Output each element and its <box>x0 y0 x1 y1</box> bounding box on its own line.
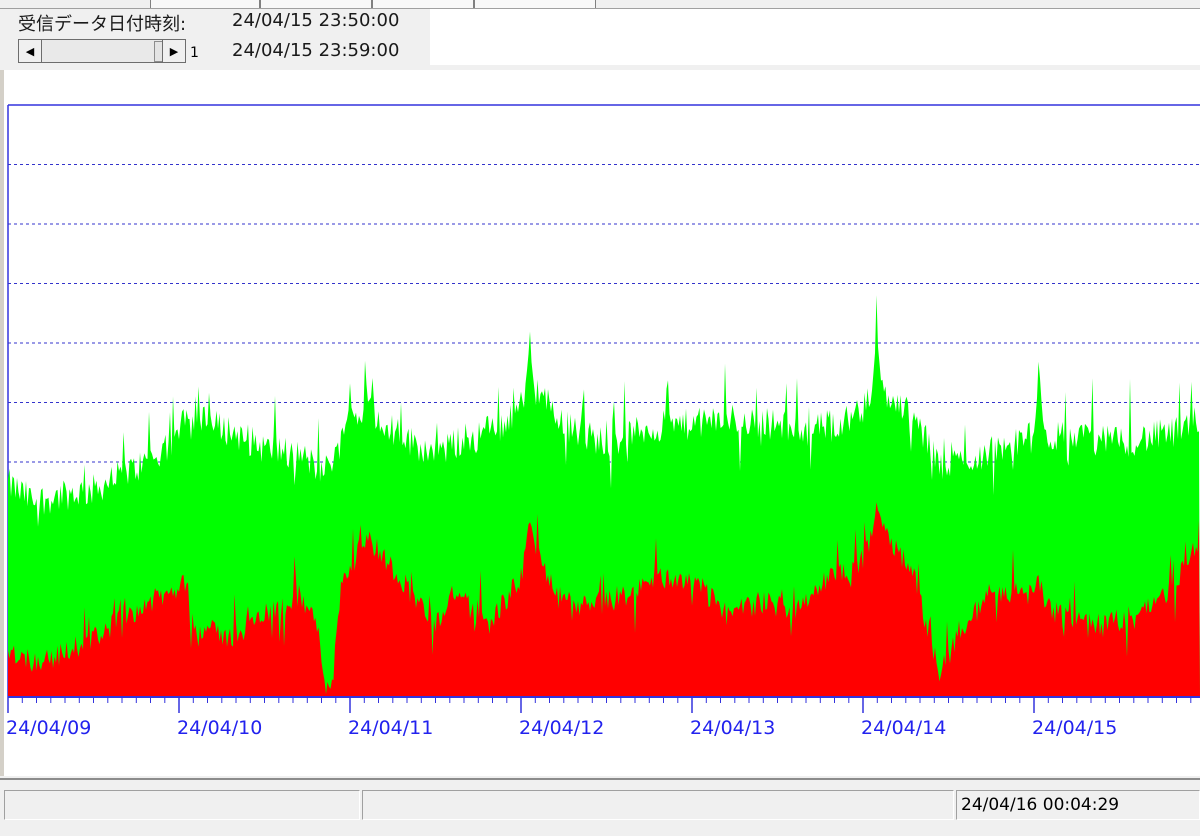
scroll-left-arrow-icon: ◀ <box>25 44 35 58</box>
x-tick-label: 24/04/10 <box>177 717 262 739</box>
x-tick-label: 24/04/11 <box>348 717 433 739</box>
scroll-right-arrow-icon: ▶ <box>169 44 179 58</box>
tab-fragment[interactable] <box>150 0 260 8</box>
status-bar: 24/04/16 00:04:29 <box>0 778 1200 836</box>
scroll-right-button[interactable]: ▶ <box>162 39 186 63</box>
traffic-chart: 24/04/09 24/04/10 24/04/11 24/04/12 24/04/13… <box>6 104 1200 739</box>
status-pane-1 <box>4 790 360 820</box>
received-datetime-label: 受信データ日付時刻: <box>18 14 187 35</box>
received-time-end: 24/04/15 23:59:00 <box>232 40 400 61</box>
scroll-left-button[interactable]: ◀ <box>18 39 42 63</box>
time-scrollbar[interactable]: ◀ ▶ <box>18 39 186 63</box>
tab-fragment[interactable] <box>260 0 372 8</box>
scroll-track[interactable] <box>42 39 180 63</box>
status-pane-2 <box>362 790 954 820</box>
x-tick-label: 24/04/12 <box>519 717 604 739</box>
chart-series <box>8 295 1200 697</box>
status-datetime: 24/04/16 00:04:29 <box>956 790 1200 820</box>
tab-fragment[interactable] <box>474 0 596 8</box>
received-time-start: 24/04/15 23:50:00 <box>232 10 400 31</box>
tab-strip <box>0 0 1200 9</box>
x-tick-label: 24/04/09 <box>6 717 91 739</box>
info-blank-area <box>430 9 1200 65</box>
x-tick-label: 24/04/14 <box>861 717 946 739</box>
chart-axis: 24/04/09 24/04/10 24/04/11 24/04/12 24/04/13… <box>6 696 1200 739</box>
scroll-value: 1 <box>190 45 199 61</box>
x-tick-label: 24/04/13 <box>690 717 775 739</box>
tab-fragment[interactable] <box>372 0 474 8</box>
x-tick-label: 24/04/15 <box>1032 717 1117 739</box>
